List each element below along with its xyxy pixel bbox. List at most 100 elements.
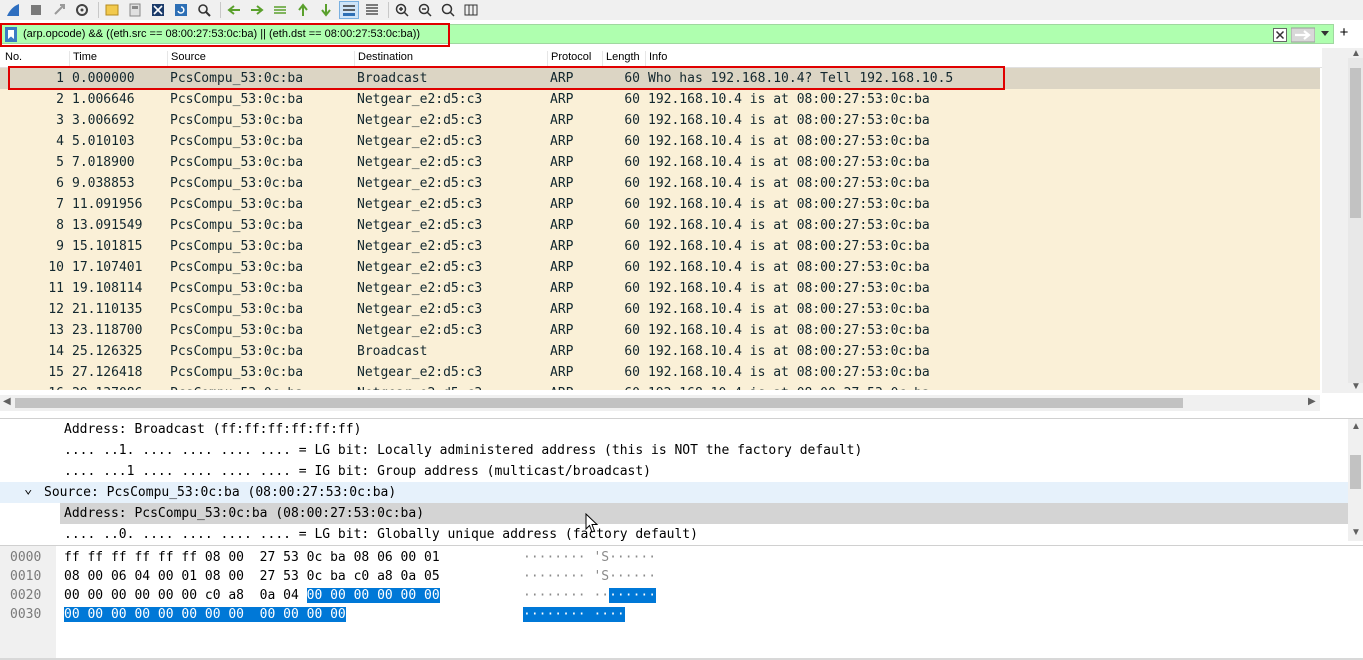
shark-fin-button[interactable] [3, 1, 23, 19]
packet-number: 10 [48, 260, 64, 275]
packet-row[interactable]: 12 21.110135 PcsCompu_53:0c:ba Netgear_e2:d… [0, 299, 1320, 320]
restart-button[interactable] [49, 1, 69, 19]
ascii-bytes[interactable]: ········ 'S······ [523, 548, 656, 567]
packet-row[interactable]: 16 29.137086 PcsCompu_53:0c:ba Netgear_e2:d… [0, 383, 1320, 390]
expand-chevron-icon[interactable]: ⌄ [24, 479, 32, 500]
open-file-button[interactable] [102, 1, 122, 19]
go-to-packet-button[interactable] [270, 1, 290, 19]
colorize-button[interactable] [362, 1, 382, 19]
add-filter-button[interactable]: + [1338, 23, 1350, 43]
packet-row[interactable]: 10 17.107401 PcsCompu_53:0c:ba Netgear_e2:d… [0, 257, 1320, 278]
packet-length: 60 [624, 113, 640, 128]
detail-tree-item[interactable]: Address: PcsCompu_53:0c:ba (08:00:27:53:… [60, 503, 1348, 524]
scroll-up-icon[interactable]: ▲ [1351, 48, 1361, 59]
options-gear-button[interactable] [72, 1, 92, 19]
packet-protocol: ARP [550, 383, 573, 390]
packet-protocol: ARP [550, 239, 574, 254]
scroll-right-icon[interactable]: ▶ [1308, 396, 1316, 407]
stop-button[interactable] [26, 1, 46, 19]
scroll-down-icon[interactable]: ▼ [1351, 381, 1361, 392]
ascii-bytes[interactable]: ········ ········ [523, 586, 657, 605]
hex-bytes[interactable]: 00 00 00 00 00 00 00 00 00 00 00 00 [64, 605, 346, 624]
resize-columns-button[interactable] [461, 1, 481, 19]
packet-row[interactable]: 14 25.126325 PcsCompu_53:0c:ba Broadcast ARP… [0, 341, 1320, 362]
filter-bookmark-icon[interactable] [5, 27, 17, 42]
ascii-bytes[interactable]: ········ ···· [523, 605, 625, 624]
forward-icon [251, 5, 264, 15]
packet-number: 16 [0, 383, 64, 390]
packet-destination: Netgear_e2:d5:c3 [357, 134, 483, 149]
back-button[interactable] [224, 1, 244, 19]
byte-row: 0030 00 00 00 00 00 00 00 00 00 00 00 00 ·… [0, 605, 1363, 624]
packet-destination: Netgear_e2:d5:c3 [357, 365, 483, 380]
packet-row[interactable]: 5 7.018900 PcsCompu_53:0c:ba Netgear_e2:d5:… [0, 152, 1320, 173]
packet-row[interactable]: 1 0.000000 PcsCompu_53:0c:ba Broadcast ARP 60… [0, 68, 1320, 89]
column-header-no[interactable]: No. [0, 51, 22, 67]
detail-text: .... ..1. .... .... .... .... = LG bit: … [64, 443, 863, 458]
zoom-normal-button[interactable] [438, 1, 458, 19]
hex-bytes[interactable]: 00 00 00 00 00 00 c0 a8 0a 04 00 00 00 0… [64, 586, 440, 605]
forward-button[interactable] [247, 1, 267, 19]
packet-info: 192.168.10.4 is at 08:00:27:53:0c:ba [648, 197, 930, 212]
detail-tree-item[interactable]: Address: Broadcast (ff:ff:ff:ff:ff:ff) [0, 419, 1348, 440]
detail-tree-item[interactable]: .... ..0. .... .... .... .... = LG bit: … [0, 524, 1348, 541]
last-packet-button[interactable] [316, 1, 336, 19]
detail-tree-item[interactable]: .... ..1. .... .... .... .... = LG bit: … [0, 440, 1348, 461]
packet-source: PcsCompu_53:0c:ba [170, 71, 304, 86]
packet-protocol: ARP [550, 197, 574, 212]
packet-row[interactable]: 15 27.126418 PcsCompu_53:0c:ba Netgear_e2:d… [0, 362, 1320, 383]
save-file-button[interactable] [125, 1, 145, 19]
ascii-bytes[interactable]: ········ 'S······ [523, 567, 656, 586]
packet-length: 60 [624, 344, 640, 359]
filter-history-dropdown-icon[interactable] [1321, 31, 1329, 37]
colorize-icon [366, 4, 378, 15]
hex-bytes[interactable]: ff ff ff ff ff ff 08 00 27 53 0c ba 08 0… [64, 548, 440, 567]
display-filter-input[interactable]: (arp.opcode) && ((eth.src == 08:00:27:53… [0, 24, 1334, 44]
packet-row[interactable]: 6 9.038853 PcsCompu_53:0c:ba Netgear_e2:d5:… [0, 173, 1320, 194]
reload-button[interactable] [171, 1, 191, 19]
hex-bytes[interactable]: 08 00 06 04 00 01 08 00 27 53 0c ba c0 a… [64, 567, 440, 586]
packet-protocol: ARP [550, 302, 574, 317]
scroll-thumb[interactable] [1350, 68, 1361, 218]
scroll-thumb[interactable] [15, 398, 1183, 408]
first-packet-button[interactable] [293, 1, 313, 19]
packet-row[interactable]: 11 19.108114 PcsCompu_53:0c:ba Netgear_e2:d… [0, 278, 1320, 299]
column-header-destination[interactable]: Destination [354, 51, 413, 67]
zoom-out-icon [418, 3, 432, 17]
scroll-thumb[interactable] [1350, 455, 1361, 489]
clear-filter-icon[interactable] [1273, 28, 1287, 42]
packet-row[interactable]: 7 11.091956 PcsCompu_53:0c:ba Netgear_e2:d5… [0, 194, 1320, 215]
column-header-time[interactable]: Time [69, 51, 97, 67]
find-button[interactable] [194, 1, 214, 19]
detail-tree-item[interactable]: ⌄ Source: PcsCompu_53:0c:ba (08:00:27:53:… [0, 479, 1348, 503]
column-header-protocol[interactable]: Protocol [547, 51, 591, 67]
packet-destination: Netgear_e2:d5:c3 [357, 302, 483, 317]
packet-list-vertical-scrollbar[interactable]: ▲ ▼ [1322, 48, 1363, 393]
details-vertical-scrollbar[interactable]: ▲ ▼ [1348, 419, 1363, 541]
toolbar-separator [98, 2, 99, 18]
detail-tree-item[interactable]: .... ...1 .... .... .... .... = IG bit: … [0, 461, 1348, 482]
scroll-left-icon[interactable]: ◀ [3, 396, 11, 407]
packet-row[interactable]: 13 23.118700 PcsCompu_53:0c:ba Netgear_e2:d… [0, 320, 1320, 341]
packet-list-horizontal-scrollbar[interactable]: ◀ ▶ [0, 395, 1320, 411]
packet-time: 21.110135 [72, 302, 143, 317]
scroll-down-icon[interactable]: ▼ [1351, 527, 1361, 538]
packet-row[interactable]: 9 15.101815 PcsCompu_53:0c:ba Netgear_e2:d5… [0, 236, 1320, 257]
ascii-highlighted: ········ ···· [523, 607, 625, 622]
column-header-length[interactable]: Length [602, 51, 640, 67]
autoscroll-button[interactable] [339, 1, 359, 19]
column-header-info[interactable]: Info [645, 51, 667, 67]
detail-text: .... ...1 .... .... .... .... = IG bit: … [64, 464, 651, 479]
apply-filter-arrow-icon[interactable] [1291, 27, 1315, 43]
close-file-button[interactable] [148, 1, 168, 19]
column-header-source[interactable]: Source [167, 51, 206, 67]
packet-row[interactable]: 4 5.010103 PcsCompu_53:0c:ba Netgear_e2:d5:… [0, 131, 1320, 152]
packet-row[interactable]: 8 13.091549 PcsCompu_53:0c:ba Netgear_e2:d5… [0, 215, 1320, 236]
zoom-in-button[interactable] [392, 1, 412, 19]
packet-row[interactable]: 3 3.006692 PcsCompu_53:0c:ba Netgear_e2:d5:… [0, 110, 1320, 131]
packet-row[interactable]: 2 1.006646 PcsCompu_53:0c:ba Netgear_e2:d5:… [0, 89, 1320, 110]
scroll-up-icon[interactable]: ▲ [1351, 421, 1361, 432]
packet-protocol: ARP [550, 260, 574, 275]
byte-row: 0020 00 00 00 00 00 00 c0 a8 0a 04 00 00 … [0, 586, 1363, 605]
zoom-out-button[interactable] [415, 1, 435, 19]
